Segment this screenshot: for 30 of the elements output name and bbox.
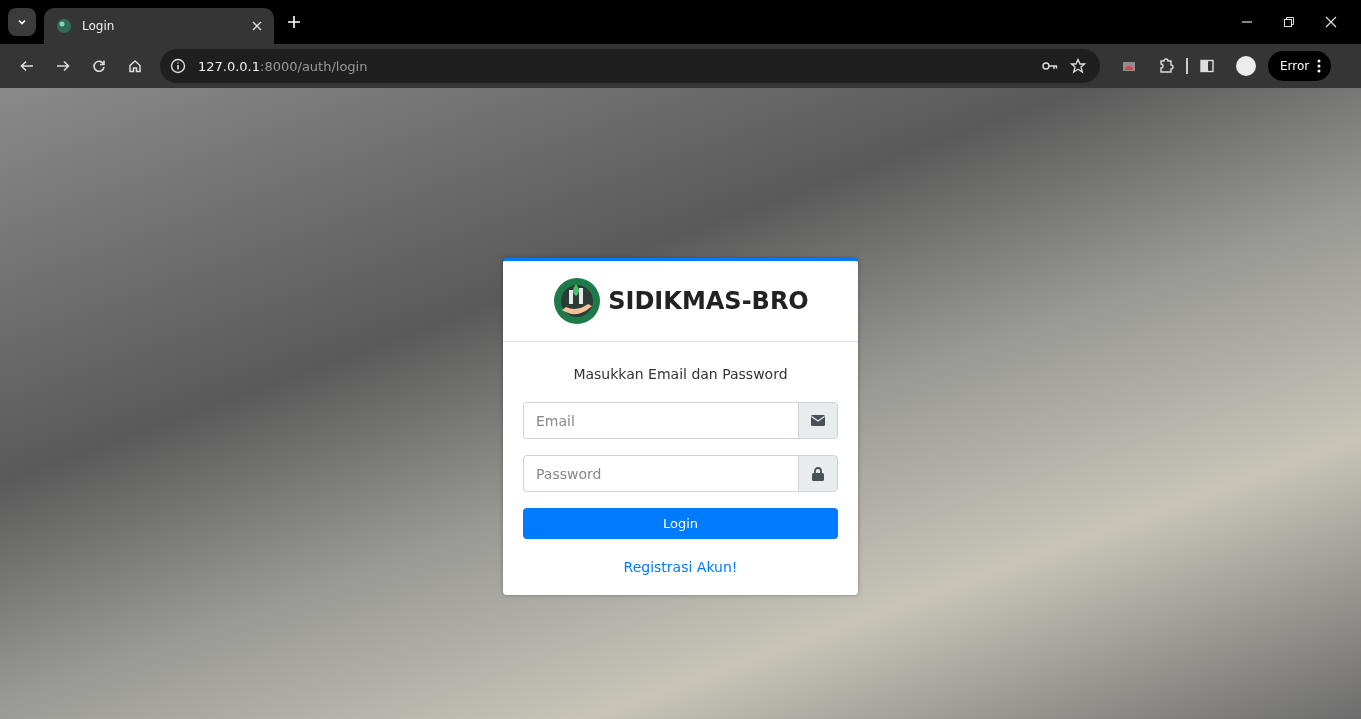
tab-search-button[interactable]	[8, 8, 36, 36]
key-icon[interactable]	[1042, 60, 1058, 72]
new-tab-icon[interactable]	[288, 16, 300, 28]
login-instruction: Masukkan Email dan Password	[572, 366, 789, 382]
reload-icon[interactable]	[92, 59, 106, 73]
home-icon[interactable]	[128, 59, 142, 73]
back-icon[interactable]	[20, 59, 34, 73]
profile-avatar[interactable]	[1236, 56, 1256, 76]
lock-icon	[812, 466, 824, 481]
error-menu-button[interactable]: Error	[1268, 51, 1332, 81]
info-icon[interactable]	[170, 58, 186, 74]
logo-icon	[552, 276, 603, 326]
envelope-icon	[811, 415, 825, 426]
register-link[interactable]: Registrasi Akun!	[623, 559, 738, 575]
close-icon[interactable]	[1325, 16, 1337, 28]
close-icon[interactable]	[252, 21, 262, 31]
side-panel-icon[interactable]	[1200, 59, 1214, 73]
browser-tab[interactable]: Login	[44, 8, 274, 44]
more-menu-icon	[1317, 59, 1322, 73]
bookmark-star-icon[interactable]	[1070, 58, 1086, 74]
forward-icon[interactable]	[56, 59, 70, 73]
password-field[interactable]: Password	[523, 455, 798, 492]
login-button[interactable]: Login	[523, 508, 838, 539]
globe-icon	[56, 18, 72, 34]
extensions-icon[interactable]	[1158, 58, 1174, 74]
email-field[interactable]: Email	[523, 402, 798, 439]
brand-title: SIDIKMAS-BRO	[608, 287, 809, 315]
address-bar[interactable]: 127.0.0.1:8000/auth/login	[160, 49, 1100, 83]
restore-icon[interactable]	[1283, 16, 1295, 28]
chevron-down-icon	[17, 17, 27, 27]
